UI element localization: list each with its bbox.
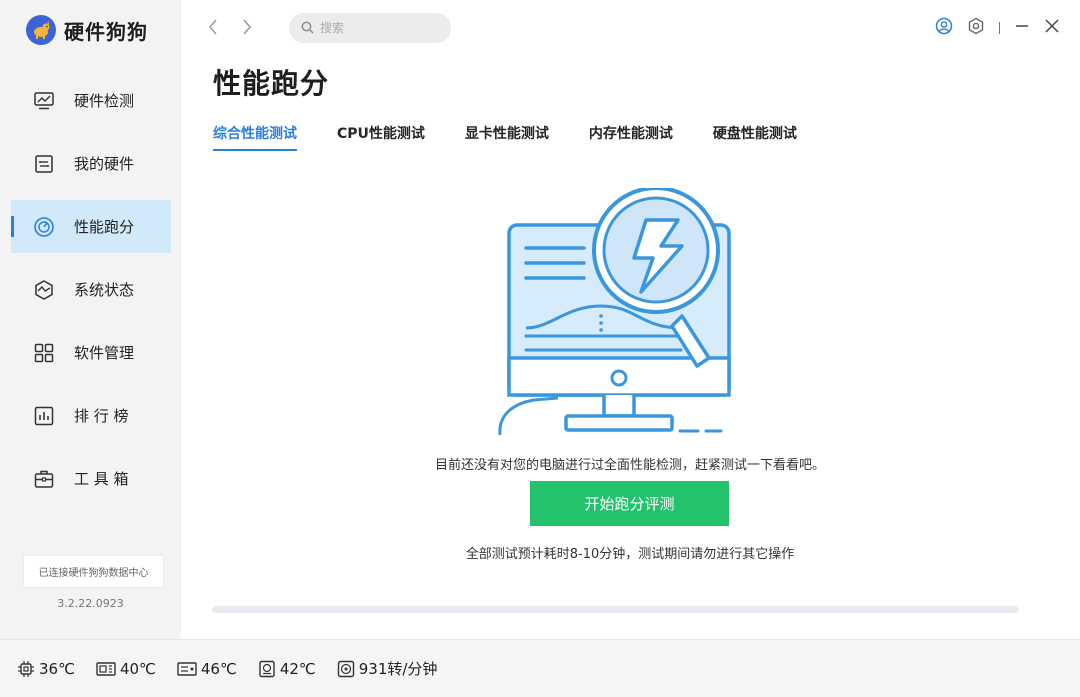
close-icon[interactable] [1044,18,1060,38]
tab-gpu[interactable]: 显卡性能测试 [465,123,549,151]
monitor-magnifier-illustration-icon [498,186,731,436]
sidebar-item-system-status[interactable]: 系统状态 [11,263,171,316]
benchmark-progress-bar [212,606,1019,613]
dog-logo-icon [26,15,56,45]
gpu-temperature: 40℃ [96,660,156,678]
motherboard-temperature: 46℃ [177,660,237,678]
disk-icon [259,660,275,677]
no-benchmark-message: 目前还没有对您的电脑进行过全面性能检测，赶紧测试一下看看吧。 [434,458,825,473]
sensor-value: 42℃ [279,659,316,678]
search-box[interactable] [289,13,451,43]
sensor-value: 40℃ [119,659,156,678]
sidebar-item-hardware-detect[interactable]: 硬件检测 [11,74,171,127]
history-nav [206,17,254,41]
sidebar-item-my-hardware[interactable]: 我的硬件 [11,137,171,190]
page-title: 性能跑分 [213,67,330,100]
divider [999,22,1000,34]
sidebar-item-label: 软件管理 [74,344,135,362]
search-icon [301,19,314,38]
hardware-chip-icon [33,153,55,175]
sidebar: 硬件狗狗 硬件检测 我的硬件 性能跑分 系统状态 软件管理 排 行 榜 工 具 … [0,0,181,639]
app-logo: 硬件狗狗 [26,15,148,45]
sensor-value: 46℃ [200,659,237,678]
benchmark-tabs: 综合性能测试 CPU性能测试 显卡性能测试 内存性能测试 硬盘性能测试 [213,123,837,151]
cpu-icon [18,660,34,677]
sidebar-item-label: 我的硬件 [74,155,135,173]
sidebar-item-label: 性能跑分 [74,218,135,236]
sensor-value: 36℃ [39,659,75,678]
connection-status: 已连接硬件狗狗数据中心 [23,555,164,588]
sidebar-item-software[interactable]: 软件管理 [11,326,171,379]
system-pulse-icon [33,279,55,301]
sidebar-item-label: 工 具 箱 [74,470,129,488]
search-input[interactable] [320,21,440,35]
sidebar-item-ranking[interactable]: 排 行 榜 [11,389,171,442]
start-benchmark-button[interactable]: 开始跑分评测 [530,481,729,526]
ranking-chart-icon [33,405,55,427]
benchmark-duration-hint: 全部测试预计耗时8-10分钟，测试期间请勿进行其它操作 [465,547,795,562]
disk-temperature: 42℃ [258,660,316,678]
sidebar-nav: 硬件检测 我的硬件 性能跑分 系统状态 软件管理 排 行 榜 工 具 箱 [0,74,181,515]
fan-speed: 931转/分钟 [337,658,438,679]
forward-arrow-icon[interactable] [240,17,254,41]
sidebar-item-label: 硬件检测 [74,92,135,110]
app-name: 硬件狗狗 [64,19,148,44]
toolbox-icon [33,468,55,490]
tab-cpu[interactable]: CPU性能测试 [337,123,425,151]
minimize-icon[interactable] [1014,18,1030,38]
sensor-status-bar: 36℃ 40℃ 46℃ 42℃ 931转/分钟 [0,639,1080,697]
benchmark-illustration [496,186,736,438]
tab-overall[interactable]: 综合性能测试 [213,123,297,151]
tab-disk[interactable]: 硬盘性能测试 [713,123,797,151]
apps-grid-icon [33,342,55,364]
back-arrow-icon[interactable] [206,17,220,41]
sensor-value: 931转/分钟 [358,660,438,678]
monitor-chart-icon [33,90,55,112]
fan-icon [337,660,354,677]
sidebar-item-label: 排 行 榜 [74,407,129,425]
cpu-temperature: 36℃ [17,660,75,678]
tab-memory[interactable]: 内存性能测试 [589,123,673,151]
user-account-icon[interactable] [935,17,953,39]
motherboard-icon [177,661,197,676]
sidebar-item-toolbox[interactable]: 工 具 箱 [11,452,171,505]
window-controls [935,17,1060,39]
speedometer-icon [33,216,55,238]
sidebar-item-label: 系统状态 [74,281,135,299]
app-version: 3.2.22.0923 [57,597,124,610]
sidebar-item-benchmark[interactable]: 性能跑分 [11,200,171,253]
settings-gear-icon[interactable] [967,17,985,39]
gpu-icon [96,661,116,676]
